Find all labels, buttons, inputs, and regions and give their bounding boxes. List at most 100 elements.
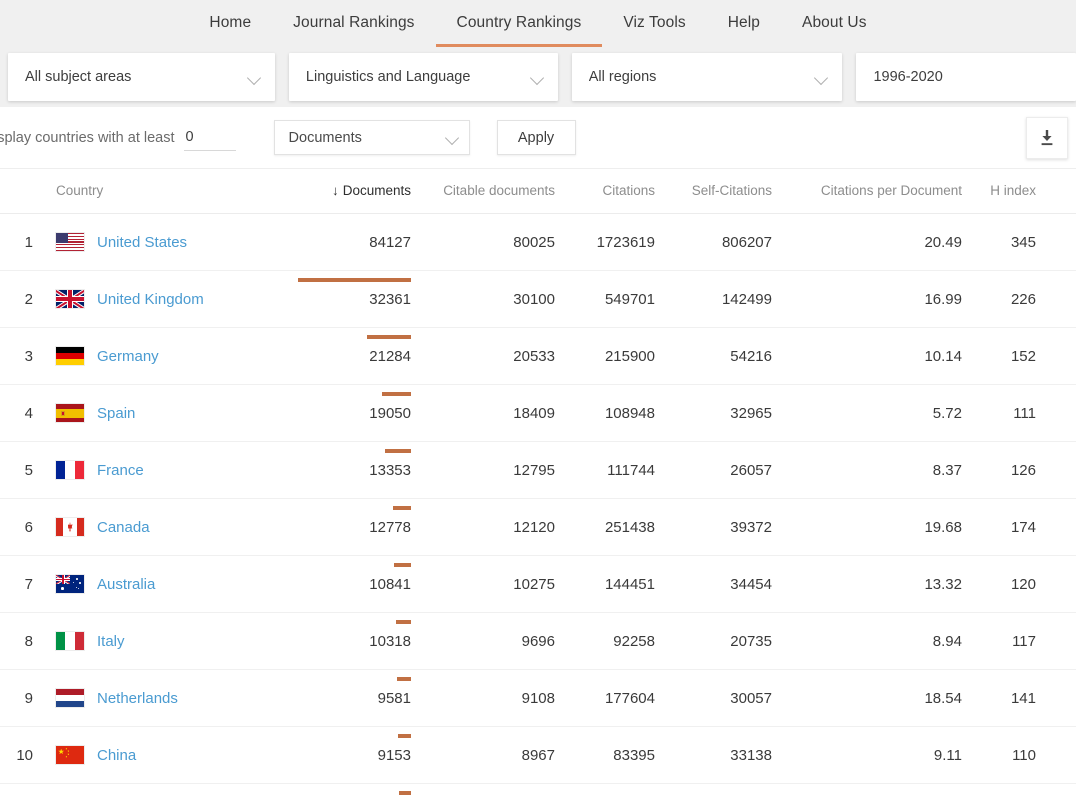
row-citations-per-document: 9.11: [772, 727, 962, 784]
table-row[interactable]: 5France1335312795111744260578.37126: [0, 442, 1076, 499]
row-citable-documents: 8967: [411, 727, 566, 784]
row-h-index: 226: [962, 271, 1076, 328]
subject-category-dropdown[interactable]: Linguistics and Language: [289, 53, 558, 101]
row-citable-documents: 18409: [411, 385, 566, 442]
country-link[interactable]: United Kingdom: [97, 291, 204, 308]
table-row[interactable]: 6Canada12778121202514383937219.68174: [0, 499, 1076, 556]
row-citations: 83395: [566, 727, 655, 784]
row-rank: 8: [0, 613, 44, 670]
row-self-citations: 32965: [655, 385, 772, 442]
row-citations-per-document: 13.32: [772, 556, 962, 613]
row-rank: 4: [0, 385, 44, 442]
table-row[interactable]: 8Italy10318969692258207358.94117: [0, 613, 1076, 670]
row-citations: 177604: [566, 670, 655, 727]
row-country-cell: Canada: [44, 499, 276, 556]
table-row[interactable]: 9Netherlands958191081776043005718.54141: [0, 670, 1076, 727]
row-self-citations: 54216: [655, 328, 772, 385]
country-cell: United States: [56, 233, 276, 251]
metric-select[interactable]: Documents: [274, 120, 470, 155]
row-documents: 21284: [276, 328, 411, 385]
year-range-dropdown[interactable]: 1996-2020: [856, 53, 1076, 101]
country-cell: Italy: [56, 632, 276, 650]
country-cell: Canada: [56, 518, 276, 536]
row-citable-documents: 20533: [411, 328, 566, 385]
table-row[interactable]: 2United Kingdom323613010054970114249916.…: [0, 271, 1076, 328]
row-citations-per-document: 10.14: [772, 328, 962, 385]
col-citable-documents[interactable]: Citable documents: [411, 169, 566, 214]
row-citations-per-document: 20.49: [772, 214, 962, 271]
nav-item-home[interactable]: Home: [188, 0, 272, 47]
row-self-citations: 26057: [655, 442, 772, 499]
row-h-index: 141: [962, 670, 1076, 727]
table-row[interactable]: 10China9153896783395331389.11110: [0, 727, 1076, 784]
row-country-cell: China: [44, 727, 276, 784]
row-documents: 10318: [276, 613, 411, 670]
col-citations-per-document[interactable]: Citations per Document: [772, 169, 962, 214]
col-h-index[interactable]: H index: [962, 169, 1076, 214]
nav-item-country-rankings[interactable]: Country Rankings: [436, 0, 603, 47]
download-button[interactable]: [1026, 117, 1068, 159]
row-citations: 108948: [566, 385, 655, 442]
country-link[interactable]: Germany: [97, 348, 159, 365]
row-citable-documents: 12120: [411, 499, 566, 556]
row-country-cell: United States: [44, 214, 276, 271]
col-citations[interactable]: Citations: [566, 169, 655, 214]
table-row[interactable]: 4Spain1905018409108948329655.72111: [0, 385, 1076, 442]
country-cell: Spain: [56, 404, 276, 422]
nav-item-journal-rankings[interactable]: Journal Rankings: [272, 0, 435, 47]
row-rank: 7: [0, 556, 44, 613]
documents-value: 10841: [276, 576, 411, 593]
country-link[interactable]: Canada: [97, 519, 150, 536]
row-citations: 92258: [566, 613, 655, 670]
year-range-value: 1996-2020: [873, 69, 1062, 85]
row-h-index: 345: [962, 214, 1076, 271]
row-citations-per-document: 16.99: [772, 271, 962, 328]
documents-value: 12778: [276, 519, 411, 536]
row-rank: 10: [0, 727, 44, 784]
row-citable-documents: 10275: [411, 556, 566, 613]
row-rank: 6: [0, 499, 44, 556]
row-documents: 10841: [276, 556, 411, 613]
row-citable-documents: 30100: [411, 271, 566, 328]
row-country-cell: United Kingdom: [44, 271, 276, 328]
row-documents: 13353: [276, 442, 411, 499]
documents-value: 19050: [276, 405, 411, 422]
country-link[interactable]: Netherlands: [97, 690, 178, 707]
chevron-down-icon: [446, 131, 459, 144]
row-citations: 111744: [566, 442, 655, 499]
row-rank: 2: [0, 271, 44, 328]
country-link[interactable]: France: [97, 462, 144, 479]
country-link[interactable]: Italy: [97, 633, 125, 650]
apply-button[interactable]: Apply: [497, 120, 576, 155]
flag-icon-cn: [56, 746, 84, 764]
col-documents-label: Documents: [343, 183, 411, 198]
row-citable-documents: 12795: [411, 442, 566, 499]
country-link[interactable]: Spain: [97, 405, 135, 422]
subject-area-dropdown[interactable]: All subject areas: [8, 53, 275, 101]
row-self-citations: 142499: [655, 271, 772, 328]
row-self-citations: 34454: [655, 556, 772, 613]
nav-item-help[interactable]: Help: [707, 0, 781, 47]
table-row[interactable]: 3Germany21284205332159005421610.14152: [0, 328, 1076, 385]
nav-item-about-us[interactable]: About Us: [781, 0, 888, 47]
filter-bar: All subject areas Linguistics and Langua…: [0, 47, 1076, 107]
row-country-cell: Germany: [44, 328, 276, 385]
flag-icon-de: [56, 347, 84, 365]
documents-value: 13353: [276, 462, 411, 479]
row-citations: 549701: [566, 271, 655, 328]
row-h-index: 126: [962, 442, 1076, 499]
row-citable-documents: 9696: [411, 613, 566, 670]
col-country[interactable]: Country: [44, 169, 276, 214]
col-self-citations[interactable]: Self-Citations: [655, 169, 772, 214]
col-documents[interactable]: ↓Documents: [276, 169, 411, 214]
threshold-label: isplay countries with at least: [0, 130, 175, 146]
table-row[interactable]: 1United States8412780025172361980620720.…: [0, 214, 1076, 271]
nav-item-viz-tools[interactable]: Viz Tools: [602, 0, 706, 47]
table-row[interactable]: 7Australia10841102751444513445413.32120: [0, 556, 1076, 613]
country-link[interactable]: United States: [97, 234, 187, 251]
country-link[interactable]: China: [97, 747, 136, 764]
flag-icon-fr: [56, 461, 84, 479]
region-dropdown[interactable]: All regions: [572, 53, 843, 101]
threshold-input[interactable]: [184, 125, 236, 151]
country-link[interactable]: Australia: [97, 576, 155, 593]
